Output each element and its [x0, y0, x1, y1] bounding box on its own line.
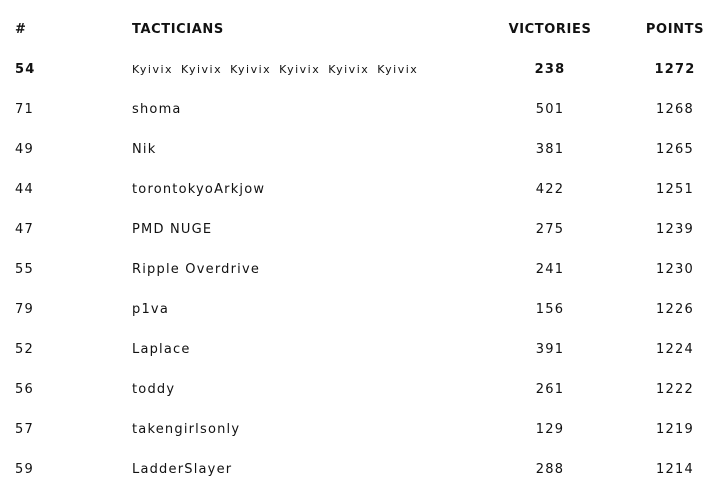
player-name[interactable]: torontokyoArkjow — [132, 180, 265, 200]
points-cell: 1214 — [656, 462, 694, 477]
rank-cell: 44 — [15, 182, 34, 197]
victories-cell: 288 — [535, 462, 565, 477]
points-cell: 1230 — [656, 262, 694, 277]
player-name[interactable]: Laplace — [132, 340, 191, 360]
rank-cell: 56 — [15, 382, 34, 397]
header-victories[interactable]: VICTORIES — [500, 20, 600, 40]
table-row[interactable]: 79 p1va 156 1226 — [0, 300, 720, 340]
rank-cell: 71 — [15, 102, 34, 117]
header-points[interactable]: POINTS — [640, 20, 710, 40]
points-cell: 1219 — [656, 422, 694, 437]
victories-cell: 241 — [535, 262, 565, 277]
player-name[interactable]: Ripple Overdrive — [132, 260, 260, 280]
victories-cell: 238 — [534, 62, 566, 77]
table-row[interactable]: 47 PMD NUGE 275 1239 — [0, 220, 720, 260]
table-row[interactable]: 71 shoma 501 1268 — [0, 100, 720, 140]
player-name[interactable]: Nik — [132, 140, 156, 160]
header-tacticians[interactable]: TACTICIANS — [132, 20, 224, 40]
table-row[interactable]: 54 Kyivix Kyivix Kyivix Kyivix Kyivix Kyi… — [0, 60, 720, 100]
header-rank: # — [15, 22, 27, 37]
rank-cell: 54 — [15, 62, 36, 77]
player-name[interactable]: takengirlsonly — [132, 420, 240, 440]
table-row[interactable]: 56 toddy 261 1222 — [0, 380, 720, 420]
victories-cell: 261 — [535, 382, 565, 397]
player-name[interactable]: LadderSlayer — [132, 460, 232, 480]
victories-cell: 422 — [535, 182, 565, 197]
player-name[interactable]: Kyivix Kyivix Kyivix Kyivix Kyivix Kyivi… — [132, 60, 418, 80]
rank-cell: 47 — [15, 222, 34, 237]
points-cell: 1222 — [656, 382, 694, 397]
rank-cell: 52 — [15, 342, 34, 357]
player-name[interactable]: shoma — [132, 100, 182, 120]
victories-cell: 501 — [535, 102, 565, 117]
victories-cell: 156 — [535, 302, 565, 317]
table-row[interactable]: 57 takengirlsonly 129 1219 — [0, 420, 720, 460]
rank-cell: 57 — [15, 422, 34, 437]
rank-cell: 79 — [15, 302, 34, 317]
table-row[interactable]: 52 Laplace 391 1224 — [0, 340, 720, 380]
table-row[interactable]: 55 Ripple Overdrive 241 1230 — [0, 260, 720, 300]
points-cell: 1265 — [656, 142, 694, 157]
victories-cell: 129 — [535, 422, 565, 437]
victories-cell: 381 — [535, 142, 565, 157]
player-name[interactable]: p1va — [132, 300, 169, 320]
victories-cell: 391 — [535, 342, 565, 357]
table-header: # TACTICIANS VICTORIES POINTS — [0, 20, 720, 60]
victories-cell: 275 — [535, 222, 565, 237]
points-cell: 1268 — [656, 102, 694, 117]
table-row[interactable]: 44 torontokyoArkjow 422 1251 — [0, 180, 720, 220]
rank-cell: 49 — [15, 142, 34, 157]
points-cell: 1272 — [654, 62, 696, 77]
points-cell: 1251 — [656, 182, 694, 197]
points-cell: 1226 — [656, 302, 694, 317]
rank-cell: 55 — [15, 262, 34, 277]
points-cell: 1224 — [656, 342, 694, 357]
rank-cell: 59 — [15, 462, 34, 477]
player-name[interactable]: PMD NUGE — [132, 220, 212, 240]
table-row[interactable]: 59 LadderSlayer 288 1214 — [0, 460, 720, 500]
points-cell: 1239 — [656, 222, 694, 237]
table-row[interactable]: 49 Nik 381 1265 — [0, 140, 720, 180]
player-name[interactable]: toddy — [132, 380, 175, 400]
